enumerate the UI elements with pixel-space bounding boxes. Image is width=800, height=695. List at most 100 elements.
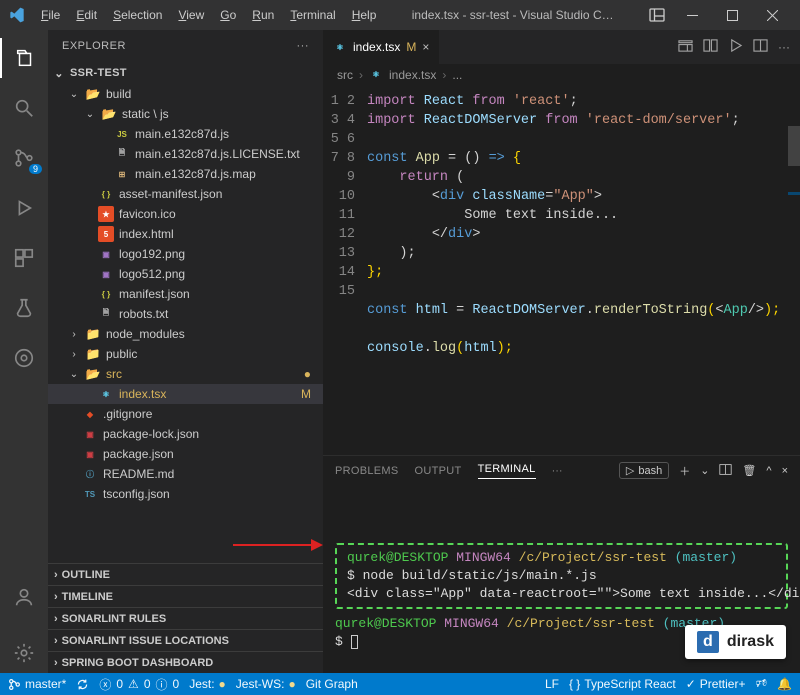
panel-tab-terminal[interactable]: TERMINAL: [478, 463, 536, 479]
folder-static-js[interactable]: ⌄📂static \ js: [48, 104, 323, 124]
window-controls: [672, 0, 792, 30]
activity-explorer[interactable]: [0, 38, 48, 78]
activity-settings[interactable]: [0, 633, 48, 673]
compare-icon[interactable]: [703, 38, 718, 56]
react-icon: ⚛: [333, 40, 347, 54]
more-icon[interactable]: ···: [297, 40, 310, 52]
section-spring-boot[interactable]: ›SPRING BOOT DASHBOARD: [48, 651, 323, 673]
scm-badge: 9: [29, 164, 42, 174]
maximize-panel-icon[interactable]: ^: [766, 465, 771, 477]
file-main-js[interactable]: JSmain.e132c87d.js: [48, 124, 323, 144]
folder-public[interactable]: ›📁public: [48, 344, 323, 364]
menu-run[interactable]: Run: [245, 6, 281, 24]
project-root[interactable]: ⌄ SSR-TEST: [48, 62, 323, 84]
menu-go[interactable]: Go: [213, 6, 243, 24]
file-tree: ⌄📂build ⌄📂static \ js JSmain.e132c87d.js…: [48, 84, 323, 508]
file-gitignore[interactable]: ◆.gitignore: [48, 404, 323, 424]
maximize-icon[interactable]: [712, 0, 752, 30]
file-index-tsx[interactable]: ⚛index.tsxM: [48, 384, 323, 404]
vscode-logo-icon: [8, 6, 26, 24]
panel-tab-output[interactable]: OUTPUT: [415, 465, 462, 477]
folder-src[interactable]: ⌄📂src●: [48, 364, 323, 384]
more-icon[interactable]: ···: [778, 40, 790, 54]
terminal-dropdown-icon[interactable]: ⌄: [700, 464, 709, 477]
file-readme[interactable]: ⓘREADME.md: [48, 464, 323, 484]
activity-search[interactable]: [0, 88, 48, 128]
activity-testing[interactable]: [0, 288, 48, 328]
file-index-html[interactable]: 5index.html: [48, 224, 323, 244]
split-icon[interactable]: [753, 38, 768, 56]
preview-icon[interactable]: [678, 38, 693, 56]
close-icon[interactable]: [752, 0, 792, 30]
explorer-sidebar: EXPLORER ··· ⌄ SSR-TEST ⌄📂build ⌄📂static…: [48, 30, 323, 673]
more-icon[interactable]: ···: [552, 465, 563, 477]
code-content[interactable]: import React from 'react'; import ReactD…: [367, 92, 800, 455]
status-problems[interactable]: ⓧ0 ⚠0 ⓘ0: [99, 676, 179, 693]
section-outline[interactable]: ›OUTLINE: [48, 563, 323, 585]
menu-bar: File Edit Selection View Go Run Terminal…: [34, 6, 383, 24]
activity-scm[interactable]: 9: [0, 138, 48, 178]
close-panel-icon[interactable]: ×: [782, 465, 788, 477]
tab-index-tsx[interactable]: ⚛ index.tsx M ×: [323, 30, 440, 64]
status-bar: master* ⓧ0 ⚠0 ⓘ0 Jest:● Jest-WS:● Git Gr…: [0, 673, 800, 695]
status-bell-icon[interactable]: 🔔: [777, 677, 792, 691]
status-jest-ws[interactable]: Jest-WS:●: [236, 677, 296, 691]
editor-scrollbar[interactable]: [788, 86, 800, 455]
activity-account[interactable]: [0, 577, 48, 617]
file-favicon[interactable]: ★favicon.ico: [48, 204, 323, 224]
folder-node-modules[interactable]: ›📁node_modules: [48, 324, 323, 344]
menu-view[interactable]: View: [171, 6, 211, 24]
status-jest[interactable]: Jest:●: [189, 677, 226, 691]
panel-tab-problems[interactable]: PROBLEMS: [335, 465, 399, 477]
terminal-shell-indicator[interactable]: ▷bash: [619, 462, 669, 479]
new-terminal-icon[interactable]: ＋: [679, 463, 690, 479]
explorer-title: EXPLORER: [62, 40, 126, 52]
menu-edit[interactable]: Edit: [69, 6, 104, 24]
activity-bar: 9: [0, 30, 48, 673]
file-logo192[interactable]: ▣logo192.png: [48, 244, 323, 264]
status-sync[interactable]: [76, 678, 89, 691]
terminal-highlight-box: qurek@DESKTOP MINGW64 /c/Project/ssr-tes…: [335, 543, 788, 609]
panel-tabs: PROBLEMS OUTPUT TERMINAL ··· ▷bash ＋ ⌄ 🗑…: [323, 456, 800, 485]
status-prettier[interactable]: ✓Prettier+: [686, 677, 746, 691]
window-title: index.tsx - ssr-test - Visual Studio C…: [383, 8, 642, 22]
line-gutter: 1 2 3 4 5 6 7 8 9 10 11 12 13 14 15: [323, 92, 367, 455]
section-timeline[interactable]: ›TIMELINE: [48, 585, 323, 607]
kill-terminal-icon[interactable]: 🗑: [742, 464, 756, 477]
menu-terminal[interactable]: Terminal: [283, 6, 342, 24]
tab-close-icon[interactable]: ×: [422, 40, 429, 54]
file-logo512[interactable]: ▣logo512.png: [48, 264, 323, 284]
activity-debug[interactable]: [0, 188, 48, 228]
file-robots[interactable]: 🗎robots.txt: [48, 304, 323, 324]
activity-extensions[interactable]: [0, 238, 48, 278]
file-tsconfig[interactable]: TStsconfig.json: [48, 484, 323, 504]
status-lf[interactable]: LF: [545, 677, 559, 691]
layout-icon[interactable]: [642, 7, 672, 23]
menu-selection[interactable]: Selection: [106, 6, 169, 24]
folder-build[interactable]: ⌄📂build: [48, 84, 323, 104]
status-git-graph[interactable]: Git Graph: [306, 677, 358, 691]
code-editor[interactable]: 1 2 3 4 5 6 7 8 9 10 11 12 13 14 15 impo…: [323, 86, 800, 455]
run-icon[interactable]: [728, 38, 743, 56]
scrollbar-thumb[interactable]: [788, 126, 800, 166]
file-asset-manifest[interactable]: { }asset-manifest.json: [48, 184, 323, 204]
editor-tabs: ⚛ index.tsx M × ···: [323, 30, 800, 64]
section-sonarlint-rules[interactable]: ›SONARLINT RULES: [48, 607, 323, 629]
section-sonarlint-issues[interactable]: ›SONARLINT ISSUE LOCATIONS: [48, 629, 323, 651]
split-terminal-icon[interactable]: [719, 463, 732, 479]
status-branch[interactable]: master*: [8, 677, 66, 691]
menu-file[interactable]: File: [34, 6, 67, 24]
file-package-json[interactable]: ▣package.json: [48, 444, 323, 464]
minimize-icon[interactable]: [672, 0, 712, 30]
react-icon: ⚛: [369, 68, 383, 82]
file-main-map[interactable]: ⊞main.e132c87d.js.map: [48, 164, 323, 184]
activity-remote[interactable]: [0, 338, 48, 378]
file-main-license[interactable]: 🗎main.e132c87d.js.LICENSE.txt: [48, 144, 323, 164]
file-package-lock[interactable]: ▣package-lock.json: [48, 424, 323, 444]
dirask-watermark: d dirask: [685, 625, 786, 659]
breadcrumb[interactable]: src › ⚛ index.tsx › ...: [323, 64, 800, 86]
menu-help[interactable]: Help: [345, 6, 384, 24]
status-language[interactable]: { } TypeScript React: [569, 677, 676, 691]
status-feedback-icon[interactable]: 🕫: [755, 674, 767, 695]
file-manifest[interactable]: { }manifest.json: [48, 284, 323, 304]
